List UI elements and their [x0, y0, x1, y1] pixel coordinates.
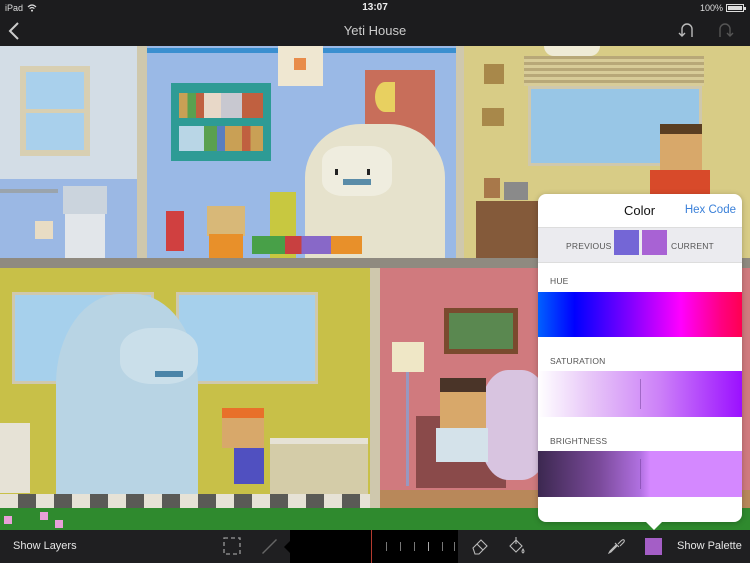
selection-icon [223, 537, 241, 555]
poster-flower [294, 58, 306, 70]
dresser [476, 201, 546, 258]
status-time: 13:07 [362, 2, 388, 13]
moon [375, 82, 395, 112]
timeline-tick [428, 542, 429, 551]
timeline-tick [442, 542, 443, 551]
kid-body [209, 234, 243, 258]
timeline-notch [284, 541, 290, 553]
flower [55, 520, 63, 528]
flower [4, 516, 12, 524]
color-compare-row: PREVIOUS CURRENT [538, 228, 742, 263]
big-yeti-mouth [155, 371, 183, 377]
wall-painting [444, 308, 518, 354]
room-kids [147, 46, 456, 258]
checker-floor [0, 494, 370, 508]
room-bathroom [0, 46, 137, 258]
hex-code-button[interactable]: Hex Code [685, 204, 736, 216]
current-label: CURRENT [671, 241, 714, 251]
books-bottom [179, 126, 263, 151]
popover-title: Color [624, 203, 656, 218]
photo-frame-2 [504, 182, 528, 200]
washing-machine [0, 423, 30, 493]
show-palette-button[interactable]: Show Palette [677, 540, 742, 552]
reader-head [440, 378, 486, 428]
books-top [179, 93, 263, 118]
toilet-roll [35, 221, 53, 239]
paint-bucket-icon [509, 537, 525, 554]
redo-icon [719, 23, 734, 37]
document-title: Yeti House [343, 23, 407, 38]
color-popover: Color Hex Code PREVIOUS CURRENT HUE SATU… [538, 194, 742, 522]
yeti-mouth [343, 179, 371, 185]
fire-hydrant [166, 211, 184, 251]
kitchen-counter [270, 438, 368, 494]
wall-divider [456, 46, 464, 258]
eraser-tool-button[interactable] [470, 536, 490, 556]
saturation-slider[interactable] [538, 371, 742, 417]
man-hair [660, 124, 702, 134]
flower [40, 512, 48, 520]
previous-label: PREVIOUS [566, 241, 612, 251]
floor-lamp-shade [392, 342, 424, 372]
toilet-tank [63, 186, 107, 214]
fill-tool-button[interactable] [507, 536, 527, 556]
paw-print [484, 64, 504, 84]
eyedropper-tool-button[interactable] [606, 536, 626, 556]
kid-head [207, 206, 245, 236]
undo-icon [678, 23, 693, 37]
hue-slider[interactable] [538, 292, 742, 337]
status-right: 100% [699, 3, 746, 13]
brightness-marker[interactable] [640, 459, 641, 489]
girl-head [222, 408, 264, 448]
timeline-tick [400, 542, 401, 551]
yeti-eye-right [367, 169, 370, 175]
eraser-icon [472, 539, 488, 555]
toy-train [252, 236, 362, 254]
brightness-slider[interactable] [538, 451, 742, 497]
battery-icon [726, 4, 746, 12]
saturation-marker[interactable] [640, 379, 641, 409]
eyedropper-icon [607, 539, 625, 555]
selection-tool-button[interactable] [222, 536, 242, 556]
timeline-tick [414, 542, 415, 551]
toilet-bowl [65, 214, 105, 258]
current-color-swatch [642, 230, 667, 255]
reader-shirt [436, 428, 488, 462]
pencil-tool-button[interactable] [259, 536, 279, 556]
towel-rail [0, 189, 58, 193]
wall-divider [370, 268, 380, 508]
floor-lamp-pole [406, 372, 409, 486]
battery-percent: 100% [699, 3, 723, 13]
frame-timeline[interactable] [284, 530, 458, 563]
popover-header: Color Hex Code [538, 194, 742, 228]
status-bar: iPad 13:07 100% [0, 0, 750, 16]
show-layers-button[interactable]: Show Layers [13, 540, 77, 552]
room-kitchen [0, 268, 370, 508]
nav-bar: Yeti House [0, 16, 750, 46]
photo-frame [484, 178, 500, 198]
bottom-toolbar: Show Layers Show Palette [0, 530, 750, 563]
wall-divider [137, 46, 147, 258]
playhead[interactable] [371, 530, 372, 563]
popover-arrow [645, 521, 663, 530]
redo-button[interactable] [714, 20, 736, 42]
big-yeti [56, 294, 198, 494]
saturation-label: SATURATION [550, 356, 606, 366]
hue-label: HUE [550, 276, 569, 286]
ceiling-lamp [544, 46, 600, 56]
timeline-tick [386, 542, 387, 551]
timeline-tick [454, 542, 455, 551]
girl-overalls [234, 448, 264, 484]
undo-button[interactable] [676, 20, 698, 42]
brightness-label: BRIGHTNESS [550, 436, 608, 446]
pencil-icon [262, 539, 277, 554]
window-mullion [26, 109, 84, 113]
current-color-button[interactable] [645, 538, 662, 555]
blinds [524, 56, 704, 86]
yeti-face [322, 146, 392, 196]
previous-color-swatch[interactable] [614, 230, 639, 255]
yeti-eye-left [335, 169, 338, 175]
paw-print [482, 108, 504, 126]
